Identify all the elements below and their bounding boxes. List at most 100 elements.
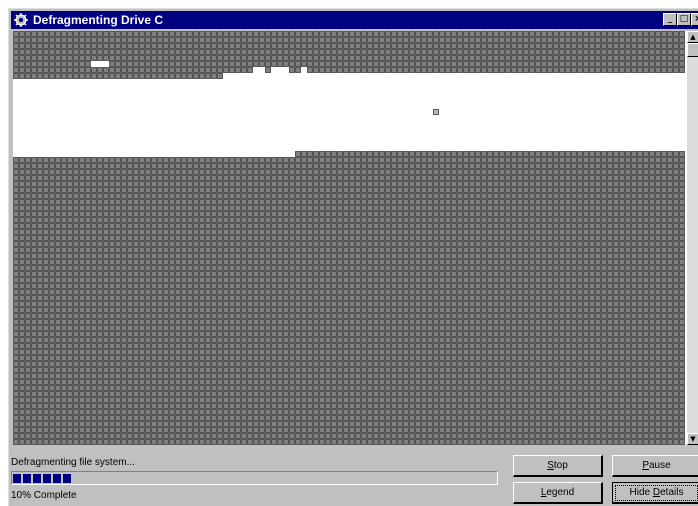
cluster-block xyxy=(613,217,619,223)
cluster-block xyxy=(61,289,67,295)
cluster-block xyxy=(73,355,79,361)
title-bar[interactable]: Defragmenting Drive C _ □ × xyxy=(11,11,698,29)
cluster-block xyxy=(199,307,205,313)
cluster-block xyxy=(625,175,631,181)
cluster-block xyxy=(529,277,535,283)
cluster-block xyxy=(475,211,481,217)
cluster-block xyxy=(607,223,613,229)
cluster-block xyxy=(631,289,637,295)
cluster-block xyxy=(91,307,97,313)
cluster-block xyxy=(379,271,385,277)
cluster-block xyxy=(439,283,445,289)
cluster-block xyxy=(37,205,43,211)
cluster-block xyxy=(649,157,655,163)
cluster-block xyxy=(175,163,181,169)
cluster-block xyxy=(265,169,271,175)
cluster-block xyxy=(433,229,439,235)
cluster-block xyxy=(403,229,409,235)
cluster-block xyxy=(589,175,595,181)
cluster-block xyxy=(277,193,283,199)
cluster-block xyxy=(655,199,661,205)
cluster-block xyxy=(427,265,433,271)
cluster-block xyxy=(253,367,259,373)
cluster-block xyxy=(163,67,169,73)
cluster-block xyxy=(637,187,643,193)
cluster-block xyxy=(313,67,319,73)
cluster-block xyxy=(355,37,361,43)
cluster-block xyxy=(427,277,433,283)
cluster-block xyxy=(349,337,355,343)
cluster-block xyxy=(25,325,31,331)
cluster-block xyxy=(517,37,523,43)
cluster-block xyxy=(91,373,97,379)
cluster-block xyxy=(289,373,295,379)
cluster-block xyxy=(391,373,397,379)
cluster-block xyxy=(301,157,307,163)
cluster-block xyxy=(103,211,109,217)
cluster-block xyxy=(187,289,193,295)
cluster-block xyxy=(259,265,265,271)
cluster-block xyxy=(361,61,367,67)
cluster-block xyxy=(25,163,31,169)
cluster-block xyxy=(67,163,73,169)
cluster-block xyxy=(511,229,517,235)
cluster-block xyxy=(289,337,295,343)
cluster-block xyxy=(319,49,325,55)
cluster-block xyxy=(415,199,421,205)
cluster-block xyxy=(493,331,499,337)
cluster-block xyxy=(673,175,679,181)
cluster-block xyxy=(487,337,493,343)
cluster-block xyxy=(487,241,493,247)
cluster-block xyxy=(331,331,337,337)
cluster-block xyxy=(397,259,403,265)
cluster-block xyxy=(613,283,619,289)
cluster-block xyxy=(391,325,397,331)
minimize-button[interactable]: _ xyxy=(663,13,677,26)
cluster-block xyxy=(613,343,619,349)
cluster-block xyxy=(73,217,79,223)
cluster-block xyxy=(367,325,373,331)
cluster-block xyxy=(109,61,115,67)
cluster-block xyxy=(451,373,457,379)
cluster-block xyxy=(595,361,601,367)
window-title: Defragmenting Drive C xyxy=(33,13,164,27)
cluster-block xyxy=(247,295,253,301)
cluster-block xyxy=(25,247,31,253)
cluster-block xyxy=(319,223,325,229)
cluster-block xyxy=(397,193,403,199)
cluster-block xyxy=(235,253,241,259)
cluster-block xyxy=(91,175,97,181)
cluster-block xyxy=(367,235,373,241)
cluster-block xyxy=(199,319,205,325)
cluster-block xyxy=(571,151,577,157)
cluster-block xyxy=(31,307,37,313)
cluster-block xyxy=(517,253,523,259)
cluster-block xyxy=(277,259,283,265)
cluster-block xyxy=(601,361,607,367)
cluster-block xyxy=(451,187,457,193)
cluster-block xyxy=(571,361,577,367)
cluster-block xyxy=(331,37,337,43)
cluster-block xyxy=(499,307,505,313)
cluster-block xyxy=(589,151,595,157)
cluster-block xyxy=(73,157,79,163)
maximize-button[interactable]: □ xyxy=(677,13,691,26)
cluster-block xyxy=(517,349,523,355)
cluster-block xyxy=(313,43,319,49)
cluster-block xyxy=(289,217,295,223)
cluster-block xyxy=(43,343,49,349)
cluster-block xyxy=(205,223,211,229)
cluster-block xyxy=(679,313,685,319)
cluster-block xyxy=(301,61,307,67)
cluster-block xyxy=(631,307,637,313)
cluster-block xyxy=(535,259,541,265)
cluster-block xyxy=(151,367,157,373)
cluster-block xyxy=(517,361,523,367)
cluster-block xyxy=(55,205,61,211)
cluster-block xyxy=(31,301,37,307)
close-button[interactable]: × xyxy=(691,13,698,26)
cluster-block xyxy=(187,307,193,313)
cluster-block xyxy=(445,241,451,247)
cluster-block xyxy=(13,229,19,235)
cluster-block xyxy=(85,259,91,265)
